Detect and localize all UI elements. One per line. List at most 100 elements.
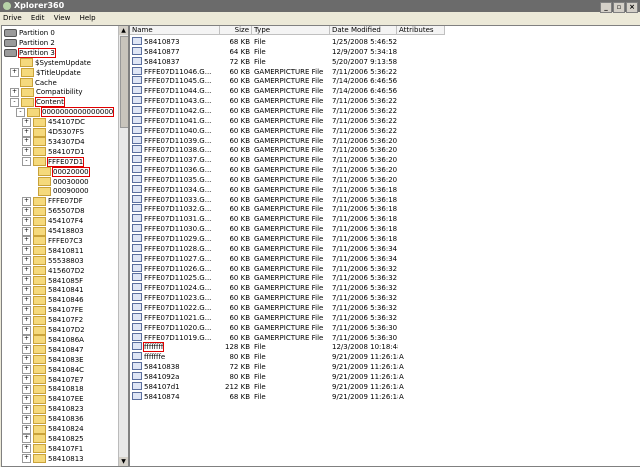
tree-item[interactable]: +584107E7	[22, 375, 84, 385]
table-row[interactable]: FFFE07D11043.G... 60 KB GAMERPICTURE File 7…	[130, 96, 640, 106]
scroll-down-icon[interactable]: ▼	[119, 457, 128, 466]
table-row[interactable]: 5841092a 80 KB File 9/21/2009 11:26:18 ...A	[130, 371, 640, 382]
table-row[interactable]: FFFE07D11022.G... 60 KB GAMERPICTURE File 7…	[130, 302, 640, 313]
tree-item[interactable]: 00030000	[38, 177, 89, 187]
table-row[interactable]: 58410873 68 KB File 1/25/2008 5:46:52 PM	[130, 37, 640, 47]
tree-item[interactable]: +534307D4	[22, 137, 85, 147]
tree-item[interactable]: +5841085F	[22, 276, 83, 286]
tree-item[interactable]: +58410818	[22, 384, 84, 394]
expand-icon[interactable]: +	[22, 117, 31, 127]
expand-icon[interactable]: +	[22, 127, 31, 137]
collapse-icon[interactable]: -	[10, 97, 19, 107]
table-row[interactable]: FFFE07D11026.G... 60 KB GAMERPICTURE File 7…	[130, 263, 640, 274]
table-row[interactable]: 58410838 72 KB File 9/21/2009 11:26:18 ...A	[130, 362, 640, 372]
folder-tree[interactable]: ▲ ▼ Partition 0 Partition 2 Partition 3 $Sy…	[1, 25, 129, 467]
tree-item[interactable]: +584107F1	[22, 444, 83, 454]
table-row[interactable]: FFFE07D11045.G... 60 KB GAMERPICTURE File 7…	[130, 76, 640, 86]
tree-item[interactable]: +58410824	[22, 424, 84, 434]
tree-scrollbar[interactable]: ▲ ▼	[118, 26, 128, 466]
column-date[interactable]: Date Modified	[330, 26, 397, 35]
tree-item[interactable]: +454107DC	[22, 117, 85, 127]
table-row[interactable]: 58410877 64 KB File 12/9/2007 5:34:18 AM	[130, 46, 640, 57]
table-row[interactable]: FFFE07D11034.G... 60 KB GAMERPICTURE File 7…	[130, 184, 640, 195]
tree-item[interactable]: + $TitleUpdate	[10, 68, 81, 78]
table-row[interactable]: ffffffff 128 KB File 12/3/2008 10:18:48 ...	[130, 342, 640, 353]
tree-item[interactable]: +45418803	[22, 226, 84, 236]
expand-icon[interactable]: +	[22, 414, 31, 424]
tree-item[interactable]: $SystemUpdate	[20, 58, 91, 68]
tree-item[interactable]: + FFFE07C3	[22, 236, 83, 246]
column-type[interactable]: Type	[252, 26, 330, 35]
scroll-up-icon[interactable]: ▲	[119, 26, 128, 35]
expand-icon[interactable]: +	[22, 434, 31, 444]
expand-icon[interactable]: +	[22, 404, 31, 414]
table-row[interactable]: FFFE07D11036.G... 60 KB GAMERPICTURE File 7…	[130, 165, 640, 175]
tree-item[interactable]: - 0000000000000000	[16, 107, 115, 118]
tree-item[interactable]: +584107D2	[22, 325, 85, 335]
table-row[interactable]: FFFE07D11025.G... 60 KB GAMERPICTURE File 7…	[130, 273, 640, 283]
tree-item[interactable]: Cache	[20, 78, 57, 88]
tree-item[interactable]: - FFFE07D1	[22, 156, 85, 167]
expand-icon[interactable]: +	[22, 285, 31, 295]
table-row[interactable]: FFFE07D11020.G... 60 KB GAMERPICTURE File 7…	[130, 322, 640, 333]
expand-icon[interactable]: +	[22, 335, 31, 345]
expand-icon[interactable]: +	[10, 87, 19, 97]
table-row[interactable]: FFFE07D11033.G... 60 KB GAMERPICTURE File 7…	[130, 194, 640, 205]
tree-item[interactable]: +584107FE	[22, 305, 83, 315]
table-row[interactable]: FFFE07D11032.G... 60 KB GAMERPICTURE File 7…	[130, 204, 640, 214]
table-row[interactable]: 584107d1 212 KB File 9/21/2009 11:26:18 ...…	[130, 381, 640, 392]
table-row[interactable]: fffffffe 80 KB File 9/21/2009 11:26:18 ...A	[130, 352, 640, 362]
expand-icon[interactable]: +	[22, 137, 31, 147]
expand-icon[interactable]: +	[22, 147, 31, 157]
expand-icon[interactable]: +	[22, 206, 31, 216]
expand-icon[interactable]: +	[22, 196, 31, 206]
expand-icon[interactable]: +	[22, 394, 31, 404]
tree-item[interactable]: Partition 2	[4, 38, 55, 48]
tree-item[interactable]: +584107EE	[22, 394, 84, 404]
expand-icon[interactable]: +	[22, 325, 31, 335]
tree-item[interactable]: +5841086A	[22, 335, 84, 345]
table-row[interactable]: FFFE07D11046.G... 60 KB GAMERPICTURE File 7…	[130, 66, 640, 77]
tree-item[interactable]: +584107D1	[22, 147, 85, 157]
expand-icon[interactable]: +	[10, 68, 19, 78]
table-row[interactable]: FFFE07D11041.G... 60 KB GAMERPICTURE File 7…	[130, 115, 640, 126]
expand-icon[interactable]: +	[22, 315, 31, 325]
table-row[interactable]: FFFE07D11029.G... 60 KB GAMERPICTURE File 7…	[130, 234, 640, 244]
expand-icon[interactable]: +	[22, 236, 31, 246]
table-row[interactable]: FFFE07D11038.G... 60 KB GAMERPICTURE File 7…	[130, 145, 640, 155]
table-row[interactable]: FFFE07D11019.G... 60 KB GAMERPICTURE File 7…	[130, 332, 640, 343]
expand-icon[interactable]: +	[22, 345, 31, 355]
table-row[interactable]: FFFE07D11021.G... 60 KB GAMERPICTURE File 7…	[130, 312, 640, 323]
tree-item[interactable]: +5841084C	[22, 365, 84, 375]
tree-item[interactable]: +58410825	[22, 434, 84, 444]
tree-item[interactable]: 00020000	[38, 166, 90, 177]
expand-icon[interactable]: +	[22, 246, 31, 256]
table-row[interactable]: FFFE07D11023.G... 60 KB GAMERPICTURE File 7…	[130, 293, 640, 303]
table-row[interactable]: 58410837 72 KB File 5/20/2007 9:13:58 PM	[130, 56, 640, 67]
tree-item[interactable]: + FFFE07DF	[22, 196, 83, 206]
expand-icon[interactable]: +	[22, 305, 31, 315]
table-row[interactable]: FFFE07D11040.G... 60 KB GAMERPICTURE File 7…	[130, 125, 640, 136]
expand-icon[interactable]: +	[22, 226, 31, 236]
expand-icon[interactable]: +	[22, 276, 31, 285]
scroll-thumb[interactable]	[120, 36, 128, 128]
menu-drive[interactable]: Drive	[3, 14, 22, 22]
tree-item[interactable]: 00090000	[38, 186, 89, 196]
tree-item[interactable]: Partition 0	[4, 28, 55, 38]
expand-icon[interactable]: +	[22, 375, 31, 384]
menu-view[interactable]: View	[54, 14, 71, 22]
expand-icon[interactable]: +	[22, 256, 31, 266]
table-row[interactable]: FFFE07D11039.G... 60 KB GAMERPICTURE File 7…	[130, 135, 640, 146]
menu-edit[interactable]: Edit	[31, 14, 45, 22]
table-row[interactable]: FFFE07D11027.G... 60 KB GAMERPICTURE File 7…	[130, 253, 640, 264]
tree-item[interactable]: +58410811	[22, 246, 84, 256]
expand-icon[interactable]: +	[22, 266, 31, 276]
tree-item[interactable]: +454107F4	[22, 216, 83, 226]
table-row[interactable]: 58410874 68 KB File 9/21/2009 11:26:18 ...A	[130, 391, 640, 402]
tree-item[interactable]: +415607D2	[22, 266, 85, 276]
table-row[interactable]: FFFE07D11028.G... 60 KB GAMERPICTURE File 7…	[130, 243, 640, 254]
tree-item[interactable]: Partition 3	[4, 47, 56, 58]
tree-item[interactable]: +58410841	[22, 285, 84, 295]
tree-item[interactable]: - Content	[10, 97, 65, 108]
tree-item[interactable]: +55538803	[22, 256, 84, 266]
